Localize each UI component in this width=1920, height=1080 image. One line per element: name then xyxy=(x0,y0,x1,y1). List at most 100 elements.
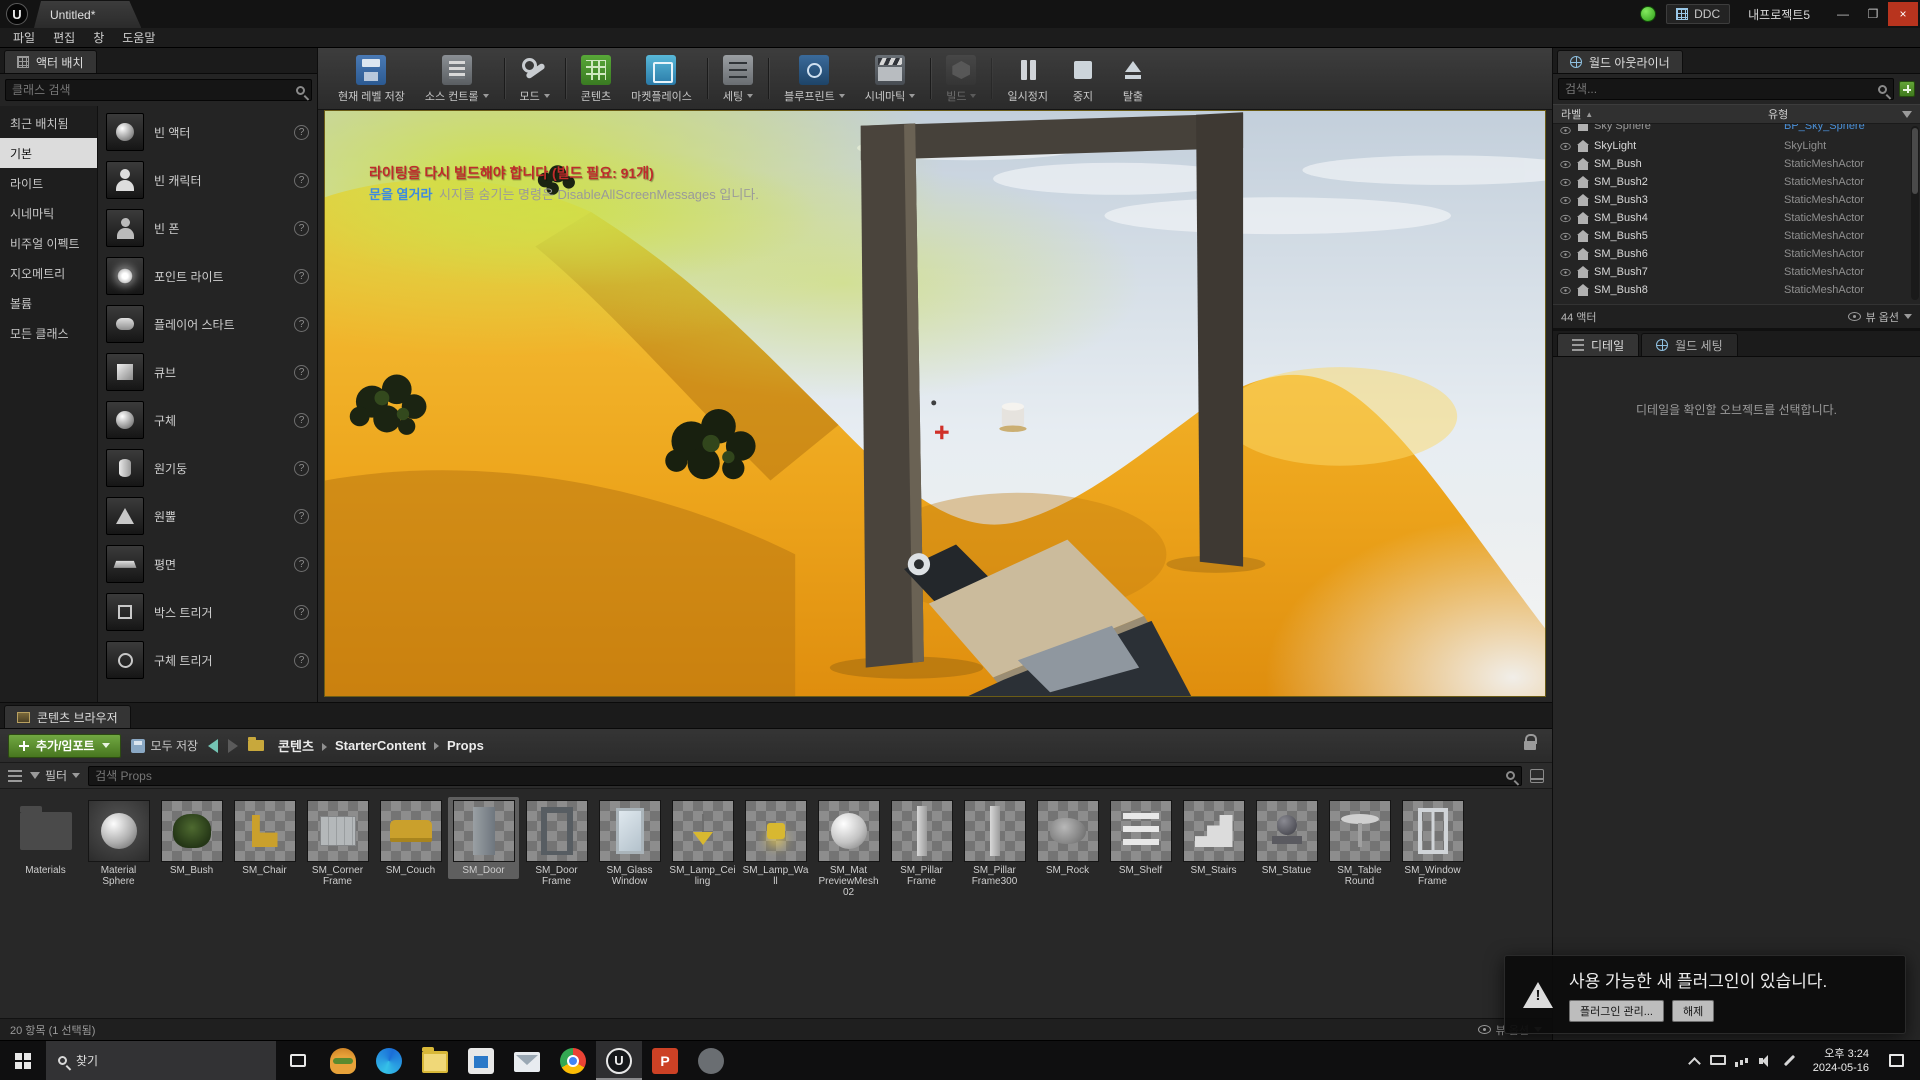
asset-tile[interactable]: Materials xyxy=(10,797,81,879)
saved-filters-icon[interactable] xyxy=(1530,769,1544,783)
viewport-3d[interactable]: 라이팅을 다시 빌드해야 합니다 (빌드 필요: 91개) 문을 열거라 시지를… xyxy=(324,110,1546,697)
tab-world-settings[interactable]: 월드 세팅 xyxy=(1641,333,1738,356)
place-actor-item[interactable]: 큐브 xyxy=(98,348,317,396)
place-actors-category[interactable]: 라이트 xyxy=(0,168,97,198)
outliner-row[interactable]: Sky Sphere BP_Sky_Sphere xyxy=(1553,124,1920,137)
visibility-eye-icon[interactable] xyxy=(1560,178,1570,185)
outliner-view-options[interactable]: 뷰 옵션 xyxy=(1848,309,1912,325)
place-actors-category[interactable]: 최근 배치됨 xyxy=(0,108,97,138)
place-actor-item[interactable]: 원뿔 xyxy=(98,492,317,540)
taskbar-search[interactable]: 찾기 xyxy=(46,1041,276,1080)
outliner-row[interactable]: SM_Bush3 StaticMeshActor xyxy=(1553,191,1920,209)
pen-icon[interactable] xyxy=(1779,1050,1801,1072)
dismiss-button[interactable]: 해제 xyxy=(1672,1000,1714,1022)
breadcrumb-item[interactable]: Props xyxy=(443,738,488,753)
help-icon[interactable] xyxy=(294,317,309,332)
asset-tile[interactable]: SM_Bush xyxy=(156,797,227,879)
toolbar-button[interactable]: 모드 xyxy=(510,50,560,107)
asset-tile[interactable]: SM_Window Frame xyxy=(1397,797,1468,890)
display-icon[interactable] xyxy=(1707,1050,1729,1072)
level-tab[interactable]: Untitled* xyxy=(34,1,141,28)
toolbar-button[interactable]: 시네마틱 xyxy=(855,50,925,107)
asset-tile[interactable]: SM_Rock xyxy=(1032,797,1103,879)
place-actor-item[interactable]: 원기둥 xyxy=(98,444,317,492)
outliner-search-input[interactable] xyxy=(1565,82,1872,96)
outliner-row[interactable]: SkyLight SkyLight xyxy=(1553,137,1920,155)
taskbar-app[interactable] xyxy=(596,1041,642,1080)
asset-tile[interactable]: SM_Corner Frame xyxy=(302,797,373,890)
sources-panel-toggle-icon[interactable] xyxy=(8,770,22,782)
taskbar-clock[interactable]: 오후 3:24 2024-05-16 xyxy=(1805,1047,1877,1075)
taskbar-app[interactable] xyxy=(642,1041,688,1080)
asset-tile[interactable]: SM_Couch xyxy=(375,797,446,879)
place-actors-category[interactable]: 시네마틱 xyxy=(0,198,97,228)
asset-tile[interactable]: SM_Glass Window xyxy=(594,797,665,890)
asset-tile[interactable]: SM_Shelf xyxy=(1105,797,1176,879)
breadcrumb-item[interactable]: StarterContent xyxy=(331,738,443,753)
tab-details[interactable]: 디테일 xyxy=(1557,333,1639,356)
visibility-eye-icon[interactable] xyxy=(1560,127,1570,134)
place-actor-item[interactable]: 빈 캐릭터 xyxy=(98,156,317,204)
taskbar-app[interactable] xyxy=(458,1041,504,1080)
taskbar-app[interactable] xyxy=(320,1041,366,1080)
asset-tile[interactable]: Material Sphere xyxy=(83,797,154,890)
asset-tile[interactable]: SM_Lamp_Ceiling xyxy=(667,797,738,890)
label-column-header[interactable]: 라벨 xyxy=(1561,106,1581,122)
toolbar-button[interactable]: 탈출 xyxy=(1108,50,1158,107)
toolbar-button[interactable]: 세팅 xyxy=(713,50,763,107)
asset-tile[interactable]: SM_Pillar Frame300 xyxy=(959,797,1030,890)
start-button[interactable] xyxy=(0,1041,46,1080)
help-icon[interactable] xyxy=(294,461,309,476)
visibility-eye-icon[interactable] xyxy=(1560,268,1570,275)
world-outliner-tab[interactable]: 월드 아웃라이너 xyxy=(1557,50,1683,73)
place-actors-category[interactable]: 볼륨 xyxy=(0,288,97,318)
place-actor-item[interactable]: 플레이어 스타트 xyxy=(98,300,317,348)
asset-tile[interactable]: SM_Statue xyxy=(1251,797,1322,879)
toolbar-button[interactable]: 블루프린트 xyxy=(774,50,855,107)
place-actor-item[interactable]: 구체 트리거 xyxy=(98,636,317,684)
asset-tile[interactable]: SM_Lamp_Wall xyxy=(740,797,811,890)
add-import-button[interactable]: 추가/임포트 xyxy=(8,734,121,758)
outliner-row[interactable]: SM_Bush2 StaticMeshActor xyxy=(1553,173,1920,191)
visibility-eye-icon[interactable] xyxy=(1560,250,1570,257)
add-actor-icon[interactable] xyxy=(1899,81,1915,97)
asset-tile[interactable]: SM_Chair xyxy=(229,797,300,879)
outliner-row[interactable]: SM_Bush StaticMeshActor xyxy=(1553,155,1920,173)
toolbar-button[interactable]: 빌드 xyxy=(936,50,986,107)
breadcrumb-item[interactable]: 콘텐츠 xyxy=(274,736,331,755)
toolbar-button[interactable]: 소스 컨트롤 xyxy=(415,50,499,107)
help-icon[interactable] xyxy=(294,173,309,188)
asset-tile[interactable]: SM_Table Round xyxy=(1324,797,1395,890)
toolbar-button[interactable]: 일시정지 xyxy=(997,50,1057,107)
close-button[interactable]: × xyxy=(1888,2,1918,26)
manage-plugins-button[interactable]: 플러그인 관리... xyxy=(1569,1000,1664,1022)
taskbar-app[interactable] xyxy=(688,1041,734,1080)
network-icon[interactable] xyxy=(1731,1050,1753,1072)
outliner-scrollbar[interactable] xyxy=(1911,126,1919,300)
back-button[interactable] xyxy=(208,739,218,753)
outliner-row[interactable]: SM_Bush7 StaticMeshActor xyxy=(1553,263,1920,281)
place-actors-category[interactable]: 기본 xyxy=(0,138,97,168)
menu-item[interactable]: 도움말 xyxy=(113,29,164,46)
help-icon[interactable] xyxy=(294,605,309,620)
toolbar-button[interactable]: 콘텐츠 xyxy=(571,50,621,107)
asset-tile[interactable]: SM_Door Frame xyxy=(521,797,592,890)
taskbar-app[interactable] xyxy=(550,1041,596,1080)
content-browser-tab[interactable]: 콘텐츠 브라우저 xyxy=(4,705,131,728)
taskbar-app[interactable] xyxy=(412,1041,458,1080)
asset-tile[interactable]: SM_Mat PreviewMesh 02 xyxy=(813,797,884,901)
visibility-eye-icon[interactable] xyxy=(1560,160,1570,167)
place-actor-item[interactable]: 구체 xyxy=(98,396,317,444)
outliner-row[interactable]: SM_Bush6 StaticMeshActor xyxy=(1553,245,1920,263)
ddc-button[interactable]: DDC xyxy=(1666,4,1730,24)
visibility-eye-icon[interactable] xyxy=(1560,286,1570,293)
place-actors-category[interactable]: 지오메트리 xyxy=(0,258,97,288)
help-icon[interactable] xyxy=(294,653,309,668)
outliner-row[interactable]: SM_Bush5 StaticMeshActor xyxy=(1553,227,1920,245)
action-center-button[interactable] xyxy=(1877,1054,1915,1067)
place-actors-category[interactable]: 모든 클래스 xyxy=(0,318,97,348)
outliner-row[interactable]: SM_Bush4 StaticMeshActor xyxy=(1553,209,1920,227)
minimize-button[interactable]: — xyxy=(1828,2,1858,26)
asset-tile[interactable]: SM_Stairs xyxy=(1178,797,1249,879)
help-icon[interactable] xyxy=(294,509,309,524)
